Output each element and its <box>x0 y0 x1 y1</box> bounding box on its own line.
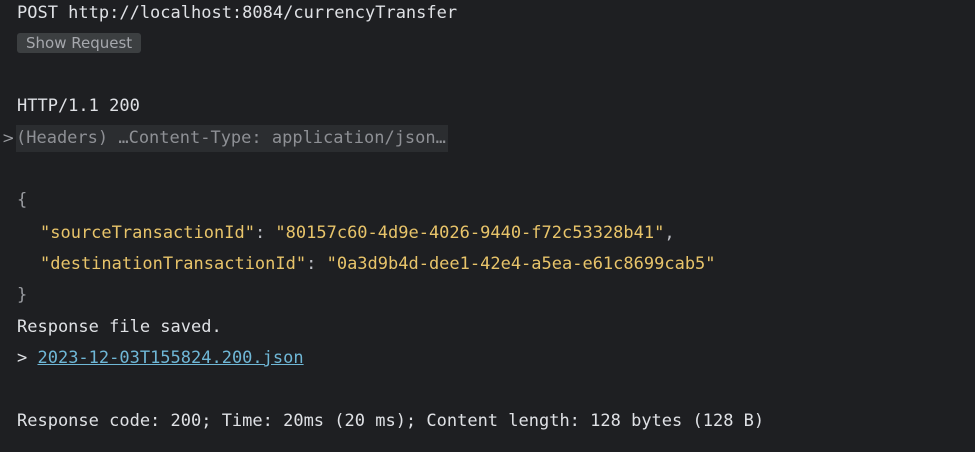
json-key: "destinationTransactionId" <box>40 254 307 274</box>
response-saved-message: Response file saved. <box>17 317 222 337</box>
json-separator: : <box>306 254 327 274</box>
json-value: "0a3d9b4d-dee1-42e4-a5ea-e61c8699cab5" <box>326 254 716 274</box>
headers-summary[interactable]: (Headers) …Content-Type: application/jso… <box>16 125 448 152</box>
json-field: "destinationTransactionId": "0a3d9b4d-de… <box>40 252 716 276</box>
response-file-link[interactable]: 2023-12-03T155824.200.json <box>37 348 303 368</box>
response-status-line: HTTP/1.1 200 <box>17 96 140 116</box>
file-prefix: > <box>17 348 38 368</box>
chevron-right-icon[interactable]: > <box>2 126 15 150</box>
json-close-brace: } <box>17 285 28 305</box>
json-separator: : <box>254 223 276 243</box>
response-file-line: > 2023-12-03T155824.200.json <box>17 346 304 370</box>
json-comma: , <box>664 223 675 243</box>
json-key: "sourceTransactionId" <box>40 223 255 243</box>
json-open-brace: { <box>17 190 28 210</box>
request-line: POST http://localhost:8084/currencyTrans… <box>17 3 458 23</box>
json-value: "80157c60-4d9e-4026-9440-f72c53328b41" <box>275 223 665 243</box>
json-field: "sourceTransactionId": "80157c60-4d9e-40… <box>40 221 675 245</box>
show-request-button[interactable]: Show Request <box>17 33 142 53</box>
response-summary: Response code: 200; Time: 20ms (20 ms); … <box>17 411 765 431</box>
